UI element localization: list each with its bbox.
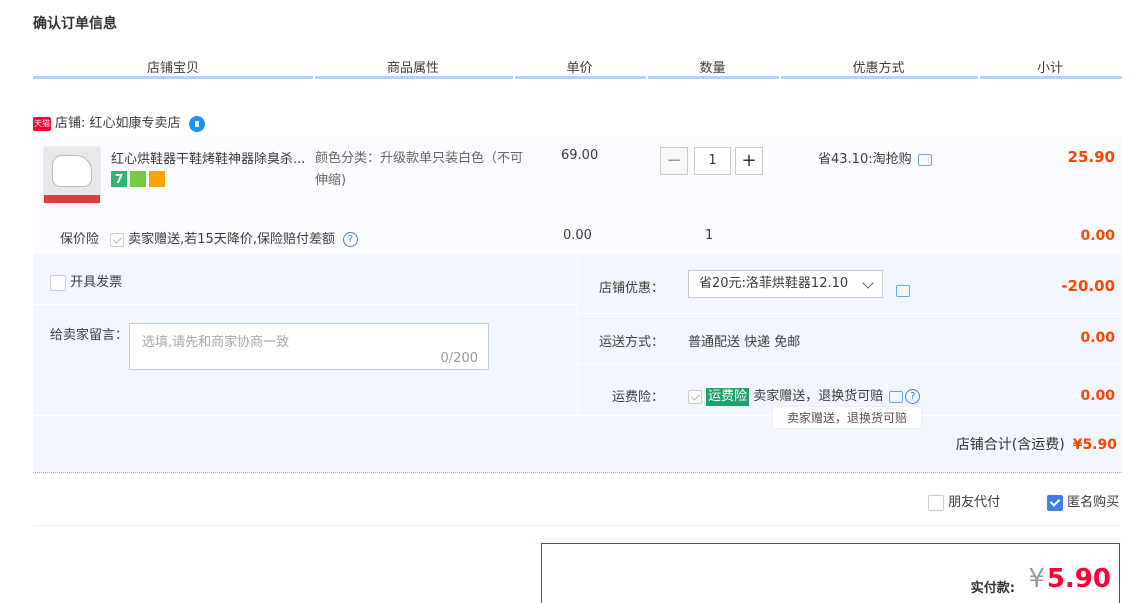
invoice-label: 开具发票 — [70, 275, 123, 290]
insurance-subtotal: 0.00 — [1080, 228, 1115, 244]
insurance-price: 0.00 — [563, 228, 592, 243]
shop-total-label: 店铺合计(含运费) — [955, 437, 1065, 453]
promo-comment-icon[interactable] — [917, 153, 932, 166]
shipping-label: 运送方式： — [598, 335, 664, 350]
anonymous-purchase-option[interactable]: 匿名购买 — [1047, 491, 1119, 511]
tmall-icon: 天猫 — [33, 116, 51, 131]
help-icon[interactable]: ? — [905, 389, 921, 404]
item-promotion: 省43.10:淘抢购 — [818, 148, 932, 167]
page-title: 确认订单信息 — [33, 16, 117, 32]
header-unit-price: 单价 — [566, 61, 593, 76]
price-insurance-text: 卖家赠送,若15天降价,保险赔付差额 — [128, 232, 335, 247]
friend-pay-checkbox[interactable] — [928, 494, 944, 511]
unit-price: 69.00 — [561, 148, 599, 163]
message-char-counter: 0/200 — [440, 351, 478, 366]
shipping-method: 普通配送 快递 免邮 — [688, 335, 801, 350]
shop-line: 天猫 店铺: 红心如康专卖店 — [33, 112, 205, 132]
shipping-insurance-checkbox[interactable] — [688, 389, 702, 404]
shop-discount-selected: 省20元:洛菲烘鞋器12.10 — [699, 276, 849, 291]
header-discount: 优惠方式 — [852, 61, 905, 76]
card-payment-icon[interactable] — [149, 170, 165, 187]
price-insurance-checkbox[interactable] — [110, 232, 124, 247]
product-name-link[interactable]: 红心烘鞋器干鞋烤鞋神器除臭杀... — [111, 148, 311, 167]
friend-pay-option[interactable]: 朋友代付 — [928, 491, 1000, 511]
payment-amount: 5.90 — [1046, 564, 1111, 594]
shipping-amount: 0.00 — [1080, 330, 1115, 346]
message-label: 给卖家留言： — [50, 328, 129, 343]
shipping-insurance-tag: 运费险 — [706, 387, 750, 406]
wangwang-chat-icon[interactable] — [188, 115, 205, 132]
price-insurance-label: 保价险 — [60, 232, 100, 247]
product-attribute: 颜色分类：升级款单只装白色（不可伸缩) — [315, 151, 524, 188]
invoice-option[interactable]: 开具发票 — [50, 271, 122, 291]
shop-total: 店铺合计(含运费) ¥5.90 — [956, 434, 1117, 454]
shop-total-amount: ¥5.90 — [1072, 437, 1117, 453]
seven-day-return-icon[interactable]: 7 — [111, 170, 127, 187]
header-attributes: 商品属性 — [386, 61, 439, 76]
quantity-plus-button[interactable]: + — [735, 147, 763, 175]
seller-message-input[interactable]: 选填,请先和商家协商一致 0/200 — [129, 323, 489, 370]
shoe-dryer-image — [52, 155, 92, 187]
header-underline — [33, 76, 1122, 79]
shipping-insurance-tooltip: 卖家赠送，退换货可赔 — [773, 407, 922, 428]
shipping-insurance-option: 运费险 卖家赠送，退换货可赔? — [688, 385, 921, 406]
promo-text: 省43.10:淘抢购 — [818, 152, 912, 167]
chevron-down-icon — [862, 277, 874, 289]
discount-comment-icon[interactable] — [896, 284, 910, 297]
payment-summary-box: 实付款: ¥ 5.90 — [541, 543, 1120, 603]
item-subtotal: 25.90 — [1067, 148, 1115, 166]
anonymous-label: 匿名购买 — [1067, 495, 1120, 510]
shop-discount-label: 店铺优惠： — [598, 281, 664, 296]
quantity-input[interactable]: 1 — [694, 147, 731, 175]
shipping-insurance-text: 卖家赠送，退换货可赔 — [753, 389, 884, 404]
friend-pay-label: 朋友代付 — [948, 495, 1001, 510]
service-badges: 7 — [111, 168, 168, 187]
price-insurance-option: 卖家赠送,若15天降价,保险赔付差额? — [110, 228, 358, 247]
shop-discount-amount: -20.00 — [1061, 277, 1115, 295]
help-icon[interactable]: ? — [342, 232, 358, 247]
shop-label: 店铺: — [55, 116, 86, 131]
message-placeholder: 选填,请先和商家协商一致 — [142, 335, 290, 350]
insurance-qty: 1 — [705, 228, 714, 243]
product-thumbnail[interactable] — [43, 146, 101, 204]
header-subtotal: 小计 — [1036, 61, 1063, 76]
shipping-insurance-amount: 0.00 — [1080, 388, 1115, 404]
header-quantity: 数量 — [699, 61, 726, 76]
header-shop-item: 店铺宝贝 — [146, 61, 199, 76]
shop-name[interactable]: 红心如康专卖店 — [90, 116, 181, 131]
shipping-insurance-comment-icon[interactable] — [889, 390, 904, 403]
quantity-minus-button[interactable]: − — [660, 147, 688, 175]
shipping-insurance-label: 运费险： — [611, 390, 664, 405]
guarantee-icon[interactable] — [130, 170, 146, 187]
payment-label: 实付款: — [970, 581, 1015, 596]
currency-symbol: ¥ — [1028, 564, 1045, 594]
invoice-checkbox[interactable] — [50, 274, 66, 291]
shop-discount-select[interactable]: 省20元:洛菲烘鞋器12.10 — [688, 270, 883, 298]
anonymous-checkbox[interactable] — [1047, 494, 1063, 511]
